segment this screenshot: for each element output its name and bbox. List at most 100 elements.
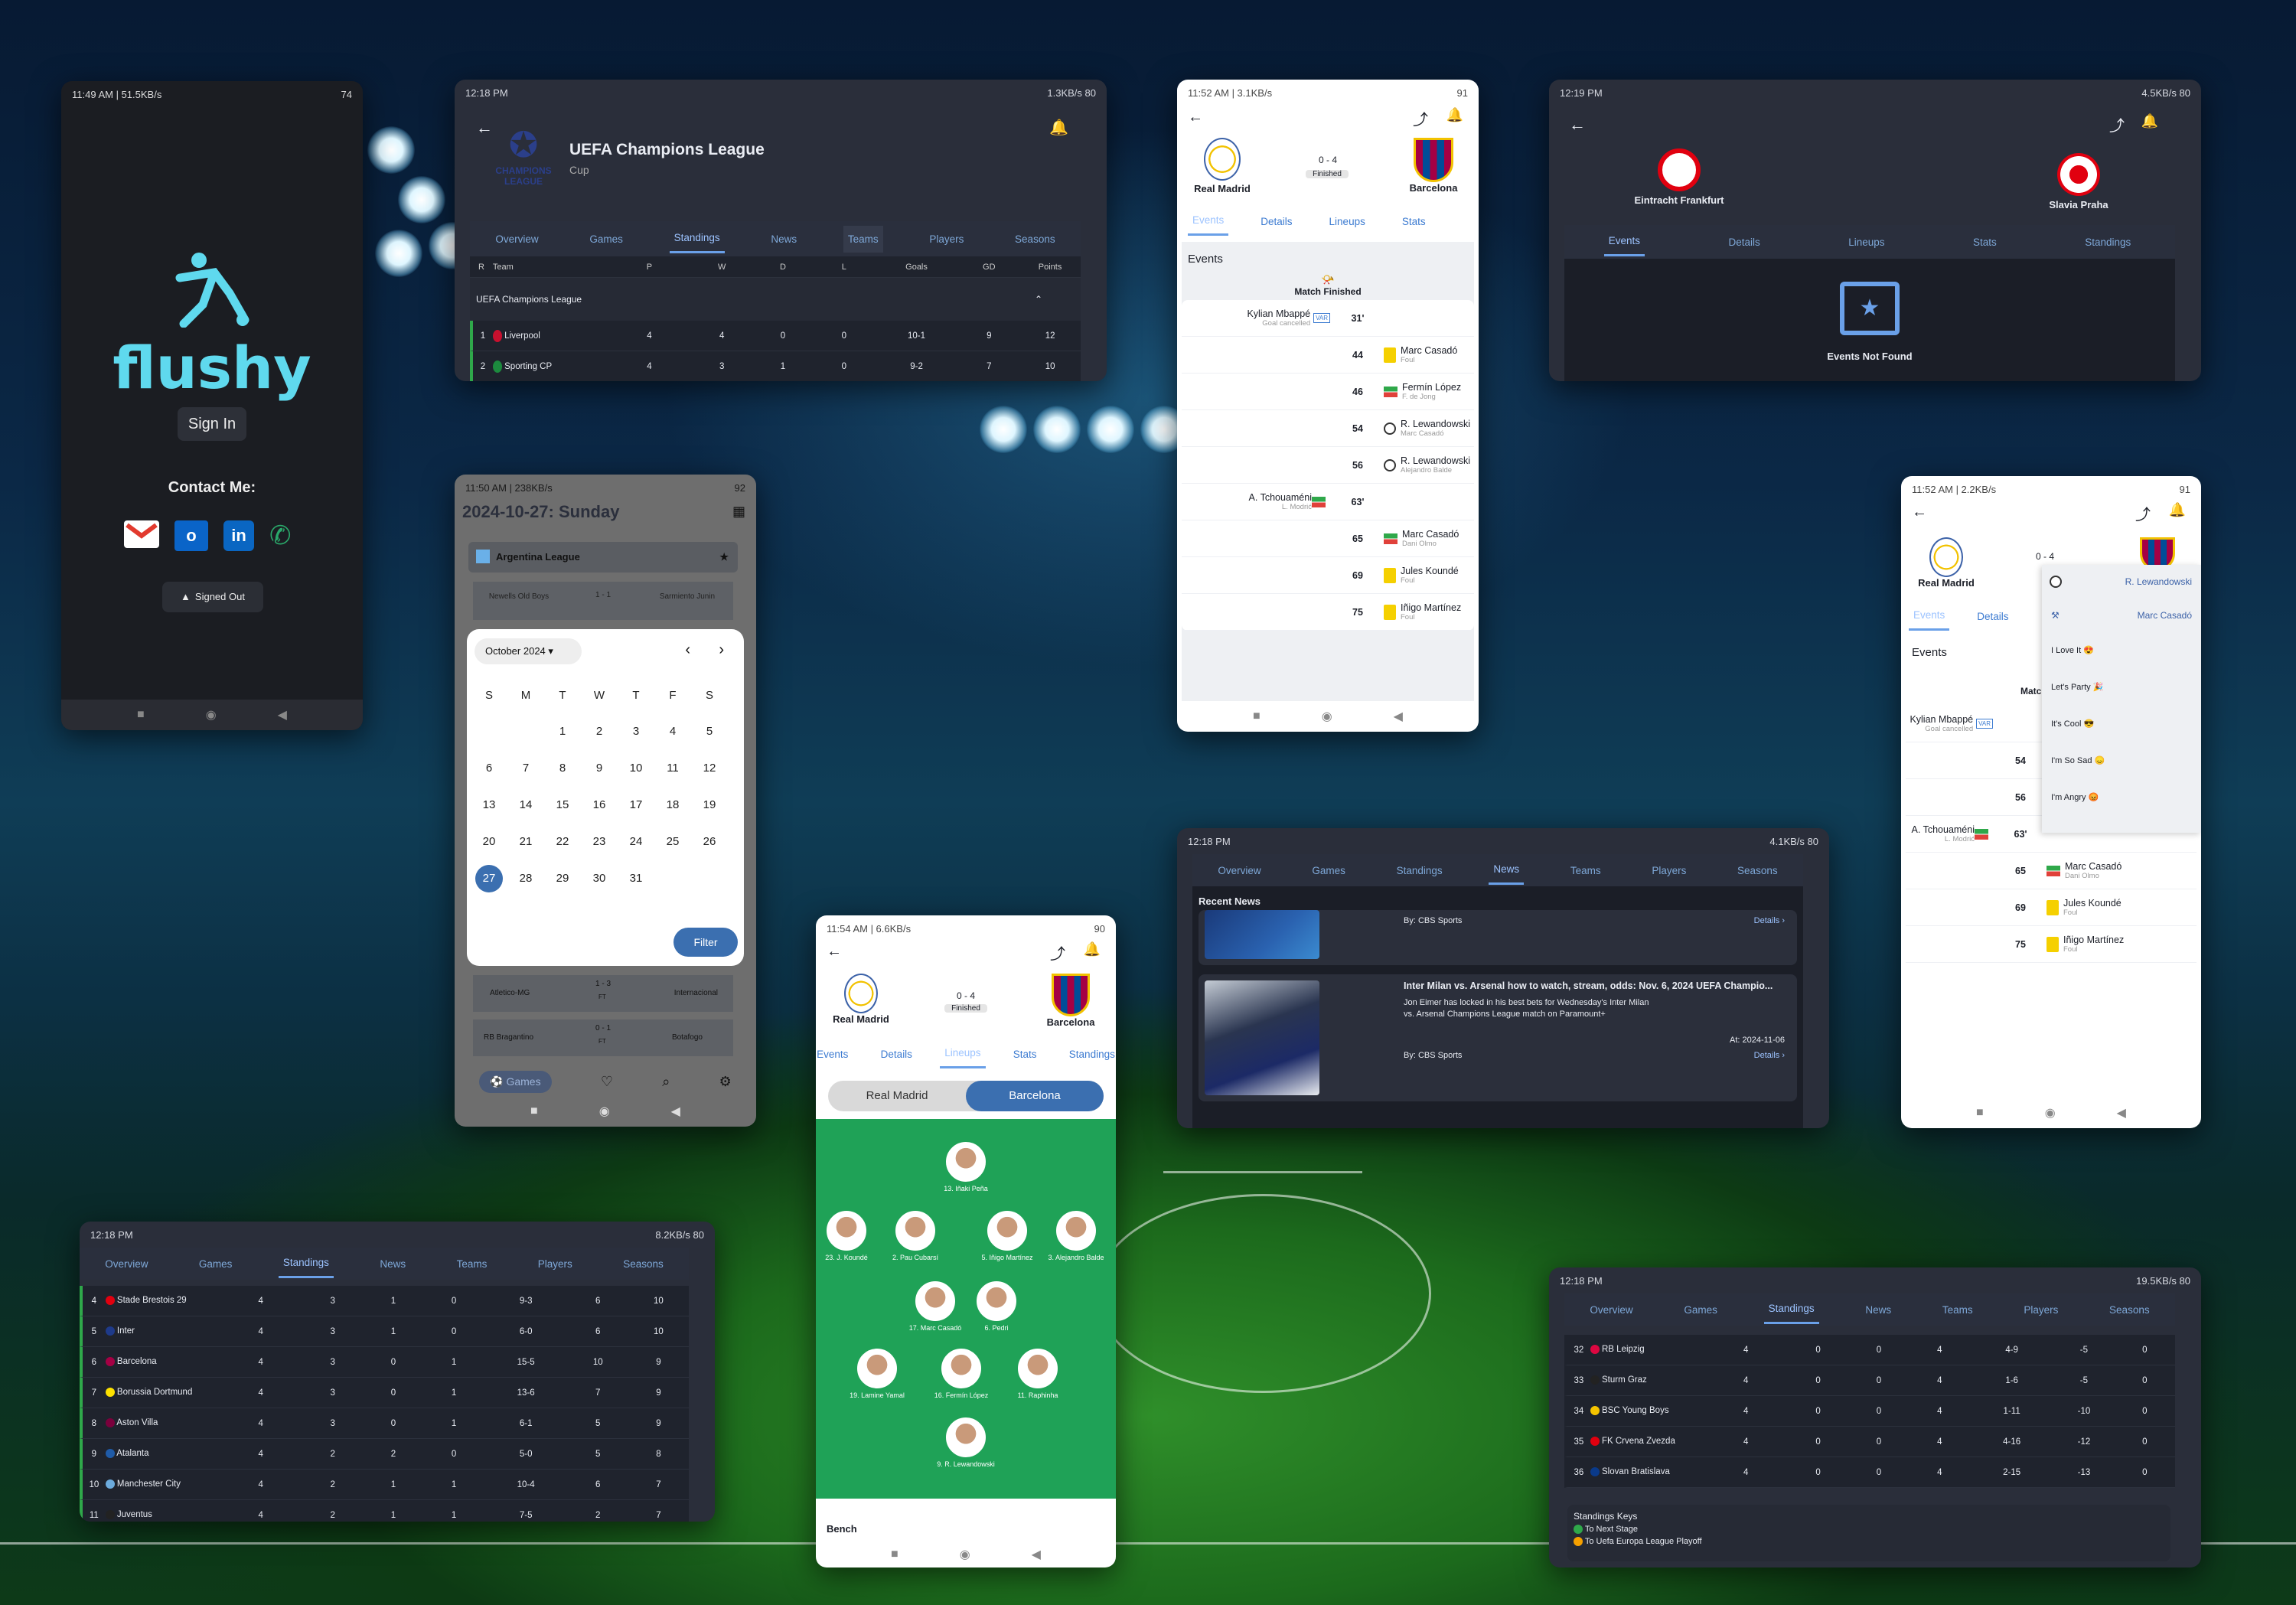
- tab-games[interactable]: Games: [194, 1251, 237, 1277]
- event-row[interactable]: 65 Marc Casadó Dani Olmo: [1182, 520, 1474, 557]
- calendar-day[interactable]: 18: [654, 787, 691, 824]
- table-row[interactable]: 7 Borussia Dortmund 4 3 0 1 13-6 7 9: [80, 1378, 689, 1408]
- details-link[interactable]: Details ›: [1754, 916, 1785, 925]
- tab-stats[interactable]: Stats: [1397, 208, 1430, 235]
- recents-icon[interactable]: ■: [530, 1104, 538, 1118]
- back-nav-icon[interactable]: ◀: [671, 1104, 680, 1119]
- bell-icon[interactable]: 🔔: [1084, 941, 1101, 957]
- tab-players[interactable]: Players: [1647, 857, 1691, 884]
- team-b-toggle[interactable]: Barcelona: [966, 1081, 1104, 1111]
- prev-month-icon[interactable]: ‹: [685, 641, 690, 659]
- player-token[interactable]: 23. J. Koundé: [816, 1211, 877, 1261]
- event-row[interactable]: Kylian Mbappé Goal cancelled VAR 31': [1182, 300, 1474, 337]
- table-row[interactable]: 4 Stade Brestois 29 4 3 1 0 9-3 6 10: [80, 1286, 689, 1316]
- tab-events[interactable]: Events: [816, 1041, 853, 1068]
- player-token[interactable]: 16. Fermín López: [931, 1349, 992, 1399]
- table-row[interactable]: 35 FK Crvena Zvezda 4 0 0 4 4-16 -12 0: [1564, 1427, 2175, 1457]
- league-header[interactable]: Argentina League ★: [468, 542, 738, 573]
- tab-overview[interactable]: Overview: [100, 1251, 152, 1277]
- tab-overview[interactable]: Overview: [1585, 1297, 1637, 1323]
- recents-icon[interactable]: ■: [891, 1548, 899, 1561]
- share-icon[interactable]: ⤴: [1050, 941, 1065, 964]
- heart-icon[interactable]: ♡: [601, 1074, 613, 1090]
- share-icon[interactable]: ⤴: [2109, 113, 2125, 135]
- tab-standings[interactable]: Standings: [669, 224, 725, 253]
- calendar-day[interactable]: 27: [471, 860, 507, 897]
- back-nav-icon[interactable]: ◀: [278, 707, 287, 723]
- calendar-day[interactable]: 5: [691, 713, 728, 750]
- tab-standings[interactable]: Standings: [2080, 229, 2135, 256]
- calendar-day[interactable]: 20: [471, 824, 507, 860]
- tab-standings[interactable]: Standings: [1065, 1041, 1116, 1068]
- tab-players[interactable]: Players: [2019, 1297, 2063, 1323]
- tab-stats[interactable]: Stats: [1968, 229, 2001, 256]
- recents-icon[interactable]: ■: [1976, 1106, 1984, 1120]
- back-icon[interactable]: ←: [827, 943, 842, 961]
- calendar-day[interactable]: 16: [581, 787, 618, 824]
- calendar-day[interactable]: 26: [691, 824, 728, 860]
- share-icon[interactable]: ⤴: [1413, 107, 1428, 129]
- details-link[interactable]: Details ›: [1754, 1051, 1785, 1060]
- event-row[interactable]: 46 Fermín López F. de Jong: [1182, 374, 1474, 410]
- month-select[interactable]: October 2024 ▾: [475, 638, 582, 664]
- tab-players[interactable]: Players: [533, 1251, 577, 1277]
- calendar-day[interactable]: 7: [507, 750, 544, 787]
- tab-lineups[interactable]: Lineups: [1325, 208, 1370, 235]
- calendar-day[interactable]: 31: [618, 860, 654, 897]
- tab-news[interactable]: News: [1861, 1297, 1896, 1323]
- table-row[interactable]: 9 Atalanta 4 2 2 0 5-0 5 8: [80, 1439, 689, 1470]
- tab-details[interactable]: Details: [1256, 208, 1296, 235]
- calendar-day[interactable]: 17: [618, 787, 654, 824]
- calendar-day[interactable]: 13: [471, 787, 507, 824]
- event-row[interactable]: 56 R. LewandowskiAlejandro Balde: [1182, 447, 1474, 484]
- calendar-day[interactable]: 2: [581, 713, 618, 750]
- tab-events[interactable]: Events: [1603, 227, 1645, 256]
- next-month-icon[interactable]: ›: [719, 641, 724, 659]
- tab-details[interactable]: Details: [1724, 229, 1764, 256]
- back-nav-icon[interactable]: ◀: [1394, 709, 1403, 724]
- tab-standings[interactable]: Standings: [1392, 857, 1447, 884]
- filter-button[interactable]: Filter: [673, 928, 738, 957]
- event-row[interactable]: 69 Jules Koundé Foul: [1906, 889, 2197, 926]
- tab-overview[interactable]: Overview: [491, 226, 543, 253]
- table-row[interactable]: 33 Sturm Graz 4 0 0 4 1-6 -5 0: [1564, 1365, 2175, 1396]
- event-row[interactable]: 44 Marc Casadó Foul: [1182, 337, 1474, 374]
- group-header[interactable]: UEFA Champions League ⌃: [470, 278, 1081, 321]
- player-token[interactable]: 3. Alejandro Balde: [1045, 1211, 1107, 1261]
- search-icon[interactable]: ⌕: [662, 1074, 670, 1090]
- tab-details[interactable]: Details: [876, 1041, 917, 1068]
- event-row[interactable]: 65 Marc Casadó Dani Olmo: [1906, 853, 2197, 889]
- reaction-party[interactable]: Let's Party 🎉: [2042, 669, 2201, 706]
- tab-news[interactable]: News: [1489, 856, 1525, 885]
- tab-lineups[interactable]: Lineups: [1844, 229, 1889, 256]
- player-token[interactable]: 11. Raphinha: [1007, 1349, 1068, 1399]
- calendar-day[interactable]: 14: [507, 787, 544, 824]
- home-icon[interactable]: ◉: [206, 707, 217, 723]
- player-token[interactable]: 17. Marc Casadó: [905, 1281, 966, 1332]
- outlook-icon[interactable]: o: [174, 520, 208, 551]
- player-token[interactable]: 6. Pedri: [966, 1281, 1027, 1332]
- tab-lineups[interactable]: Lineups: [940, 1039, 986, 1068]
- tab-teams[interactable]: Teams: [452, 1251, 492, 1277]
- home-icon[interactable]: ◉: [2045, 1105, 2056, 1121]
- tab-events[interactable]: Events: [1909, 602, 1950, 631]
- table-row[interactable]: 6 Barcelona 4 3 0 1 15-5 10 9: [80, 1347, 689, 1378]
- reaction-angry[interactable]: I'm Angry 😡: [2042, 779, 2201, 816]
- tab-teams[interactable]: Teams: [1566, 857, 1606, 884]
- tab-games[interactable]: Games: [585, 226, 628, 253]
- match-row[interactable]: Atletico-MG 1 - 3 FT Internacional: [473, 975, 733, 1012]
- games-nav-button[interactable]: ⚽ Games: [479, 1070, 552, 1093]
- back-icon[interactable]: ←: [1569, 115, 1586, 135]
- chevron-up-icon[interactable]: ⌃: [1035, 278, 1042, 321]
- table-row[interactable]: 34 BSC Young Boys 4 0 0 4 1-11 -10 0: [1564, 1396, 2175, 1427]
- tab-seasons[interactable]: Seasons: [2105, 1297, 2154, 1323]
- back-icon[interactable]: ←: [1912, 504, 1927, 521]
- back-nav-icon[interactable]: ◀: [1032, 1547, 1041, 1562]
- gmail-icon[interactable]: [124, 520, 159, 548]
- calendar-day[interactable]: 30: [581, 860, 618, 897]
- home-icon[interactable]: ◉: [1322, 709, 1332, 724]
- home-icon[interactable]: ◉: [960, 1547, 970, 1562]
- sign-in-button[interactable]: Sign In: [178, 407, 246, 441]
- calendar-day[interactable]: 19: [691, 787, 728, 824]
- calendar-day[interactable]: 28: [507, 860, 544, 897]
